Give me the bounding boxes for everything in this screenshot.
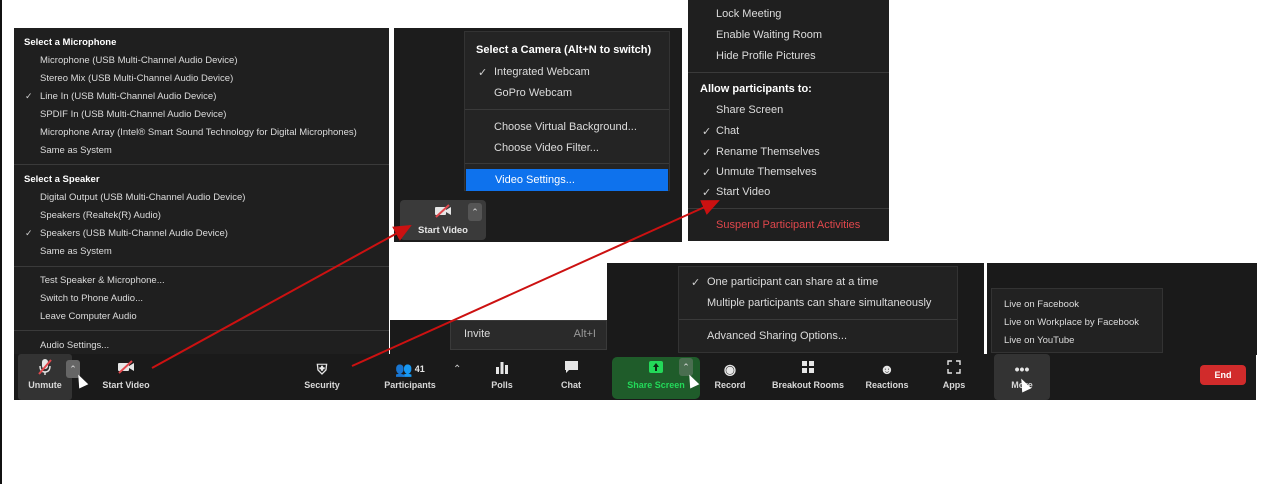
camera-screenshot: Select a Camera (Alt+N to switch) ✓ Integ… <box>394 28 682 242</box>
share-option-multiple[interactable]: Multiple participants can share simultan… <box>679 297 957 309</box>
hide-profile-pictures-option[interactable]: Hide Profile Pictures <box>688 50 889 62</box>
divider <box>465 163 669 164</box>
security-button[interactable]: ⛨ Security <box>294 354 350 400</box>
mic-muted-icon <box>18 358 72 380</box>
speaker-header: Select a Speaker <box>24 174 100 185</box>
video-settings-option[interactable]: Video Settings... <box>466 169 668 191</box>
divider <box>679 319 957 320</box>
allow-participants-header: Allow participants to: <box>700 83 812 95</box>
security-menu: Lock Meeting Enable Waiting Room Hide Pr… <box>688 0 889 241</box>
record-icon: ◉ <box>723 361 737 377</box>
share-option-single[interactable]: ✓ One participant can share at a time <box>679 276 957 289</box>
shield-icon: ⛨ <box>316 361 328 377</box>
speaker-option[interactable]: ✓ Speakers (USB Multi-Channel Audio Devic… <box>14 228 389 239</box>
allow-unmute[interactable]: ✓ Unmute Themselves <box>688 166 889 179</box>
start-video-button[interactable]: Start Video <box>94 354 158 400</box>
breakout-rooms-icon <box>768 358 848 380</box>
mic-option[interactable]: SPDIF In (USB Multi-Channel Audio Device… <box>14 109 389 120</box>
allow-share-screen[interactable]: Share Screen <box>688 104 889 116</box>
audio-settings[interactable]: Audio Settings... <box>14 340 389 351</box>
more-dots-icon: ••• <box>1014 361 1030 377</box>
end-meeting-button[interactable]: End <box>1200 365 1246 385</box>
mic-option[interactable]: Microphone Array (Intel® Smart Sound Tec… <box>14 127 389 138</box>
camera-header: Select a Camera (Alt+N to switch) <box>476 44 652 56</box>
record-button[interactable]: ◉ Record <box>709 354 751 400</box>
camera-option[interactable]: GoPro Webcam <box>465 87 669 99</box>
live-facebook-option[interactable]: Live on Facebook <box>992 299 1162 310</box>
mic-header: Select a Microphone <box>24 37 117 48</box>
camera-menu: Select a Camera (Alt+N to switch) ✓ Integ… <box>464 31 670 191</box>
speaker-option[interactable]: Speakers (Realtek(R) Audio) <box>14 210 389 221</box>
allow-start-video[interactable]: ✓ Start Video <box>688 186 889 199</box>
divider <box>14 330 389 331</box>
chat-icon <box>551 358 591 380</box>
divider <box>465 109 669 110</box>
chat-button[interactable]: Chat <box>551 354 591 400</box>
apps-button[interactable]: Apps <box>934 354 974 400</box>
divider <box>14 164 389 165</box>
speaker-option[interactable]: Digital Output (USB Multi-Channel Audio … <box>14 192 389 203</box>
unmute-button[interactable]: Unmute <box>18 354 72 400</box>
check-icon: ✓ <box>25 228 33 238</box>
polls-button[interactable]: Polls <box>482 354 522 400</box>
waiting-room-option[interactable]: Enable Waiting Room <box>688 29 889 41</box>
live-workplace-option[interactable]: Live on Workplace by Facebook <box>992 317 1162 328</box>
speaker-option[interactable]: Same as System <box>14 246 389 257</box>
participants-caret-icon[interactable]: ⌃ <box>453 364 461 375</box>
frame-border <box>0 0 2 484</box>
invite-option[interactable]: Invite Alt+I <box>450 320 607 350</box>
invite-menu: Invite Alt+I <box>390 320 607 354</box>
divider <box>688 208 889 209</box>
video-off-icon <box>94 358 158 380</box>
participants-button[interactable]: 👥 41 Participants <box>376 354 444 400</box>
video-caret-button[interactable]: ⌃ <box>468 203 482 221</box>
reactions-icon: ☻ <box>879 361 895 377</box>
mic-option[interactable]: ✓ Line In (USB Multi-Channel Audio Device… <box>14 91 389 102</box>
check-icon: ✓ <box>691 277 701 289</box>
camera-option[interactable]: ✓ Integrated Webcam <box>465 66 669 79</box>
start-video-label: Start Video <box>102 380 150 390</box>
video-off-icon <box>434 204 452 221</box>
check-icon: ✓ <box>702 147 712 159</box>
virtual-background-option[interactable]: Choose Virtual Background... <box>465 121 669 133</box>
allow-chat[interactable]: ✓ Chat <box>688 125 889 138</box>
mic-option[interactable]: Stereo Mix (USB Multi-Channel Audio Devi… <box>14 73 389 84</box>
reactions-button[interactable]: ☻ Reactions <box>861 354 913 400</box>
check-icon: ✓ <box>702 187 712 199</box>
live-youtube-option[interactable]: Live on YouTube <box>992 335 1162 346</box>
share-menu: ✓ One participant can share at a time Mul… <box>678 266 958 353</box>
leave-computer-audio[interactable]: Leave Computer Audio <box>14 311 389 322</box>
switch-phone-audio[interactable]: Switch to Phone Audio... <box>14 293 389 304</box>
apps-icon <box>934 358 974 380</box>
mic-option[interactable]: Microphone (USB Multi-Channel Audio Devi… <box>14 55 389 66</box>
live-menu: Live on Facebook Live on Workplace by Fa… <box>991 288 1163 353</box>
start-video-button-zoom[interactable]: Start Video ⌃ <box>400 200 486 240</box>
panel-gap <box>984 263 987 355</box>
polls-icon <box>482 358 522 380</box>
audio-menu: Select a Microphone Microphone (USB Mult… <box>14 28 389 354</box>
unmute-label: Unmute <box>28 380 62 390</box>
divider <box>688 72 889 73</box>
check-icon: ✓ <box>702 167 712 179</box>
check-icon: ✓ <box>25 91 33 101</box>
meeting-toolbar: Unmute ⌃ Start Video ⛨ Security 👥 41 Part… <box>14 354 1256 400</box>
participants-icon: 👥 41 <box>395 361 425 377</box>
lock-meeting-option[interactable]: Lock Meeting <box>688 8 889 20</box>
test-speaker-mic[interactable]: Test Speaker & Microphone... <box>14 275 389 286</box>
breakout-rooms-button[interactable]: Breakout Rooms <box>768 354 848 400</box>
participant-count: 41 <box>414 364 425 374</box>
video-filter-option[interactable]: Choose Video Filter... <box>465 142 669 154</box>
advanced-sharing-option[interactable]: Advanced Sharing Options... <box>679 330 957 342</box>
divider <box>14 266 389 267</box>
check-icon: ✓ <box>702 126 712 138</box>
suspend-activities-option[interactable]: Suspend Participant Activities <box>688 219 889 231</box>
start-video-label: Start Video <box>418 225 468 236</box>
mic-option[interactable]: Same as System <box>14 145 389 156</box>
allow-rename[interactable]: ✓ Rename Themselves <box>688 146 889 159</box>
check-icon: ✓ <box>478 67 488 79</box>
